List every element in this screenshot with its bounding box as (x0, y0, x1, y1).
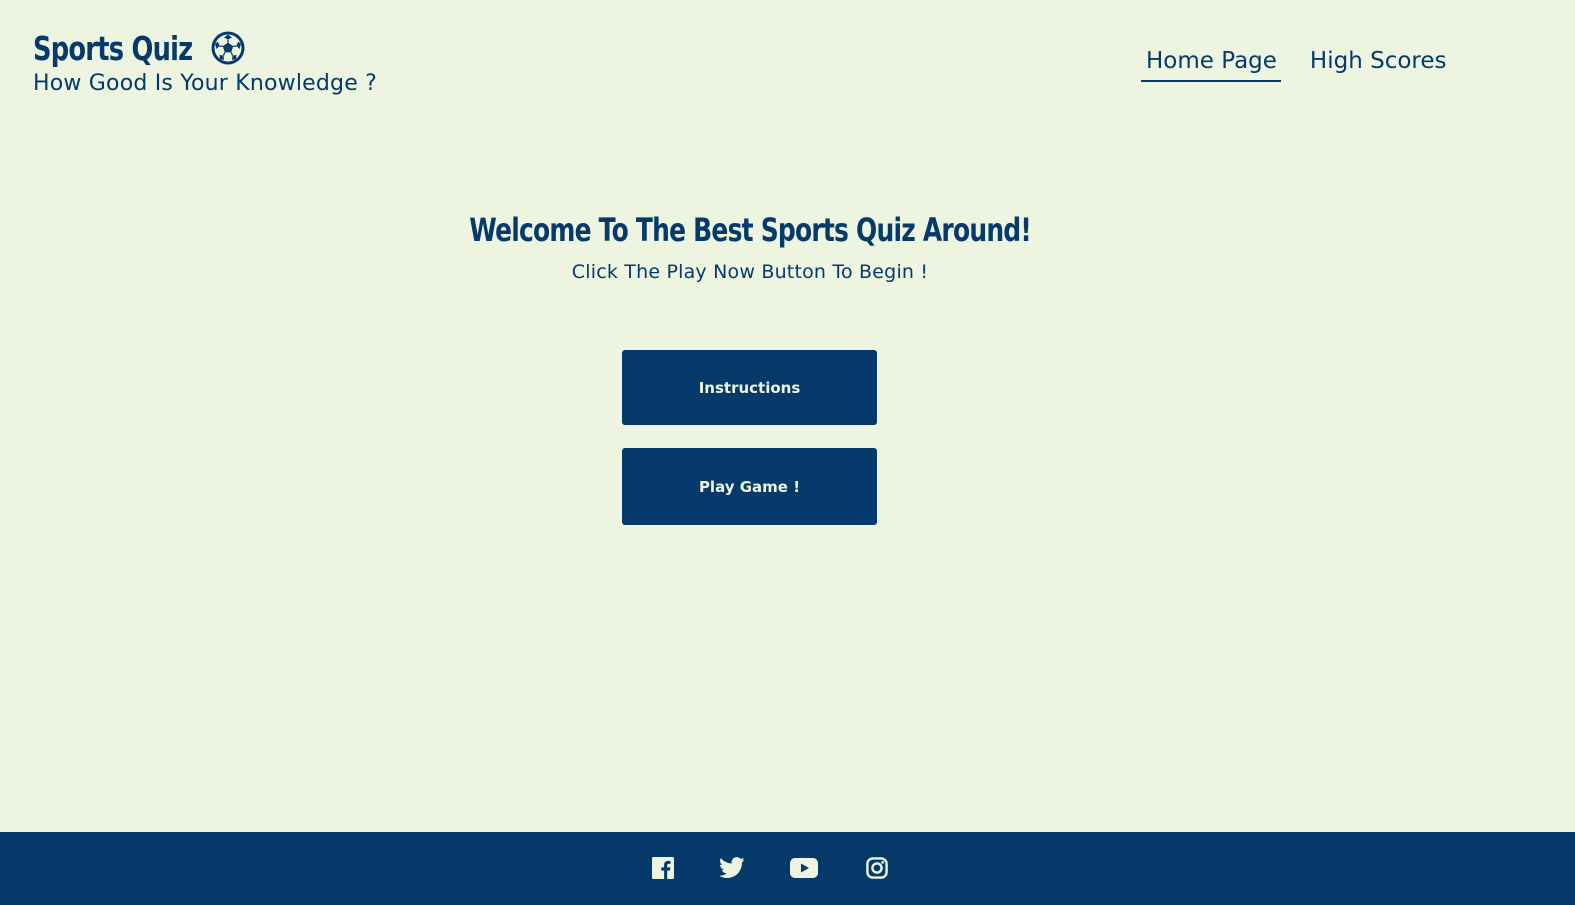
nav-home-page[interactable]: Home Page (1141, 46, 1281, 82)
site-tagline: How Good Is Your Knowledge ? (33, 71, 378, 96)
site-title: Sports Quiz (33, 28, 193, 68)
youtube-icon[interactable] (790, 854, 818, 882)
instagram-icon[interactable] (863, 854, 891, 882)
brand-title: Sports Quiz (33, 26, 377, 70)
main-nav: Home Page High Scores (1141, 46, 1451, 82)
welcome-subheading: Click The Play Now Button To Begin ! (571, 261, 929, 283)
facebook-icon[interactable] (649, 854, 677, 882)
twitter-icon[interactable] (718, 854, 746, 882)
hero: Welcome To The Best Sports Quiz Around! … (0, 205, 1500, 283)
site-footer (0, 832, 1575, 905)
welcome-heading: Welcome To The Best Sports Quiz Around! (469, 211, 1032, 249)
page: Sports Quiz How Good Is Your Knowledge ?… (0, 0, 1575, 905)
soccer-ball-icon (211, 31, 245, 65)
nav-high-scores[interactable]: High Scores (1305, 46, 1451, 80)
instructions-button[interactable]: Instructions (622, 350, 877, 425)
play-game-button[interactable]: Play Game ! (622, 448, 877, 525)
brand: Sports Quiz How Good Is Your Knowledge ? (33, 26, 378, 97)
